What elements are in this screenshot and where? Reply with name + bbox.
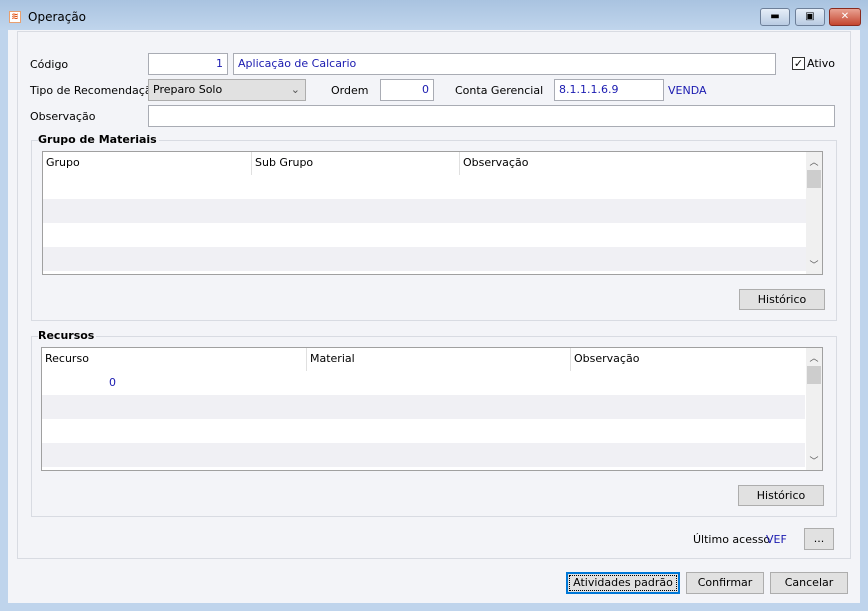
ordem-label: Ordem (331, 84, 369, 97)
grupo-materiais-title: Grupo de Materiais (38, 133, 159, 146)
column-header-grupo[interactable]: Grupo (43, 152, 252, 175)
table-row[interactable] (43, 199, 806, 223)
tipo-select[interactable]: Preparo Solo ⌄ (148, 79, 306, 101)
recursos-grid[interactable]: Recurso Material Observação 0 ︿ ﹀ (41, 347, 823, 471)
grupo-historico-button[interactable]: Histórico (739, 289, 825, 310)
codigo-label: Código (30, 58, 69, 71)
column-header-observacao[interactable]: Observação (571, 348, 806, 371)
descricao-input[interactable]: Aplicação de Calcario (233, 53, 776, 75)
cancelar-button[interactable]: Cancelar (770, 572, 848, 594)
observacao-label: Observação (30, 110, 96, 123)
grupo-materiais-grid[interactable]: Grupo Sub Grupo Observação ︿ ﹀ (42, 151, 823, 275)
recurso-cell: 0 (109, 376, 116, 389)
table-row[interactable] (42, 395, 805, 419)
column-header-sub-grupo[interactable]: Sub Grupo (252, 152, 460, 175)
ativo-checkbox[interactable]: ✓ (792, 57, 805, 70)
column-header-observacao[interactable]: Observação (460, 152, 806, 175)
vertical-scrollbar[interactable]: ︿ ﹀ (806, 152, 822, 274)
column-header-recurso[interactable]: Recurso (42, 348, 307, 371)
tipo-value: Preparo Solo (153, 83, 223, 96)
title-bar[interactable]: ≋ Operação ▬ ▣ ✕ (0, 0, 868, 30)
codigo-input[interactable]: 1 (148, 53, 228, 75)
table-row[interactable] (43, 223, 806, 247)
table-row[interactable]: 0 (42, 371, 805, 395)
column-header-material[interactable]: Material (307, 348, 571, 371)
ordem-input[interactable]: 0 (380, 79, 434, 101)
scroll-thumb[interactable] (807, 170, 821, 188)
confirmar-button[interactable]: Confirmar (686, 572, 764, 594)
scroll-thumb[interactable] (807, 366, 821, 384)
tipo-label: Tipo de Recomendação (30, 84, 159, 97)
chevron-down-icon: ⌄ (290, 83, 300, 96)
recursos-title: Recursos (38, 329, 97, 342)
scroll-down-icon[interactable]: ﹀ (806, 258, 822, 271)
atividades-padrao-button[interactable]: Atividades padrão (566, 572, 680, 594)
ativo-label: Ativo (807, 57, 835, 70)
table-row[interactable] (43, 247, 806, 271)
minimize-button[interactable]: ▬ (760, 8, 790, 26)
table-row[interactable] (42, 443, 805, 467)
scroll-up-icon[interactable]: ︿ (806, 351, 822, 364)
recursos-historico-button[interactable]: Histórico (738, 485, 824, 506)
close-button[interactable]: ✕ (829, 8, 861, 26)
scroll-up-icon[interactable]: ︿ (806, 155, 822, 168)
table-row[interactable] (43, 175, 806, 199)
scroll-down-icon[interactable]: ﹀ (806, 454, 822, 467)
window-title: Operação (28, 10, 87, 24)
app-icon: ≋ (9, 11, 21, 23)
observacao-input[interactable] (148, 105, 835, 127)
conta-description: VENDA (668, 84, 707, 97)
conta-input[interactable]: 8.1.1.1.6.9 (554, 79, 664, 101)
conta-label: Conta Gerencial (455, 84, 544, 97)
ultimo-acesso-value: VEF (766, 533, 787, 546)
more-button[interactable]: ... (804, 528, 834, 550)
vertical-scrollbar[interactable]: ︿ ﹀ (806, 348, 822, 470)
maximize-button[interactable]: ▣ (795, 8, 825, 26)
ultimo-acesso-label: Último acesso (693, 533, 771, 546)
table-row[interactable] (42, 419, 805, 443)
